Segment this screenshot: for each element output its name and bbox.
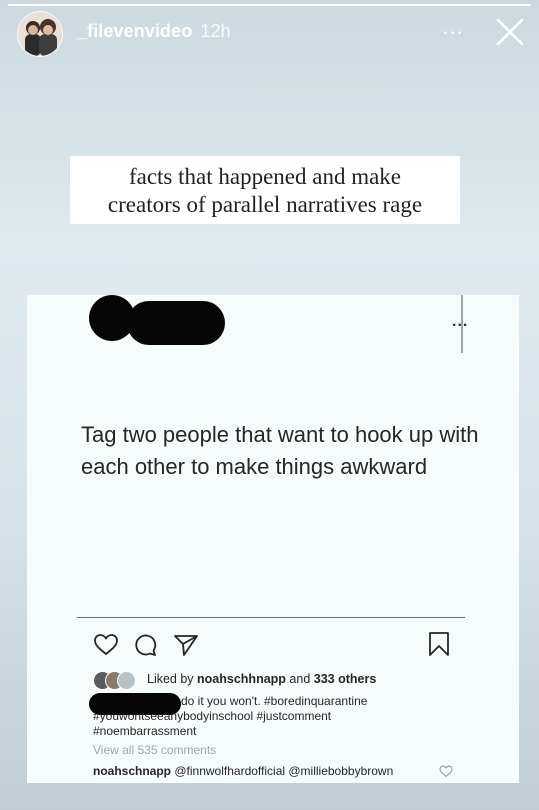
- story-more-button[interactable]: ...: [438, 16, 468, 43]
- comment-like-icon[interactable]: [439, 765, 453, 778]
- heart-icon[interactable]: [93, 633, 119, 657]
- likes-count[interactable]: 333 others: [314, 672, 377, 686]
- likes-mid: and: [285, 672, 314, 686]
- story-header: _filevenvideo 12h ...: [0, 4, 539, 57]
- story-username[interactable]: _filevenvideo: [77, 21, 192, 41]
- story-username-line[interactable]: _filevenvideo 12h: [77, 21, 231, 42]
- redacted-username: [127, 301, 225, 345]
- divider: [77, 617, 465, 618]
- bookmark-icon[interactable]: [428, 631, 450, 657]
- comment-text: @finnwolfhardofficial @milliebobbybrown: [171, 764, 394, 778]
- comment-username[interactable]: noahschnapp: [93, 764, 171, 778]
- avatar[interactable]: [17, 11, 63, 57]
- liker-avatar: [117, 671, 136, 690]
- close-icon: [496, 18, 524, 46]
- divider: [461, 295, 463, 353]
- story-timestamp: 12h: [200, 21, 231, 41]
- avatar-photo: [18, 12, 62, 56]
- story-caption: facts that happened and make creators of…: [70, 156, 460, 224]
- comment-icon[interactable]: [133, 633, 157, 657]
- post-caption-comment: do it you won't. #boredinquarantine #you…: [93, 694, 493, 739]
- likes-summary[interactable]: Liked by noahschhnapp and 333 others: [147, 672, 376, 686]
- close-button[interactable]: [492, 14, 528, 50]
- view-all-comments-link[interactable]: View all 535 comments: [93, 743, 216, 757]
- comment-row: noahschnapp @finnwolfhardofficial @milli…: [93, 764, 393, 778]
- post-text: Tag two people that want to hook up with…: [81, 422, 479, 479]
- post-screenshot: ... Tag two people that want to hook up …: [27, 295, 519, 783]
- caption-line-1: facts that happened and make: [128, 164, 402, 189]
- liked-by-user[interactable]: noahschhnapp: [197, 672, 286, 686]
- send-icon[interactable]: [173, 633, 199, 657]
- comment-line-1: do it you won't. #boredinquarantine: [181, 694, 368, 708]
- comment-line-2: #youwontseeanybodyinschool #justcomment: [93, 709, 332, 723]
- caption-line-2: creators of parallel narratives rage: [107, 192, 423, 217]
- likes-prefix: Liked by: [147, 672, 198, 686]
- comment-line-3: #noembarrassment: [93, 724, 197, 738]
